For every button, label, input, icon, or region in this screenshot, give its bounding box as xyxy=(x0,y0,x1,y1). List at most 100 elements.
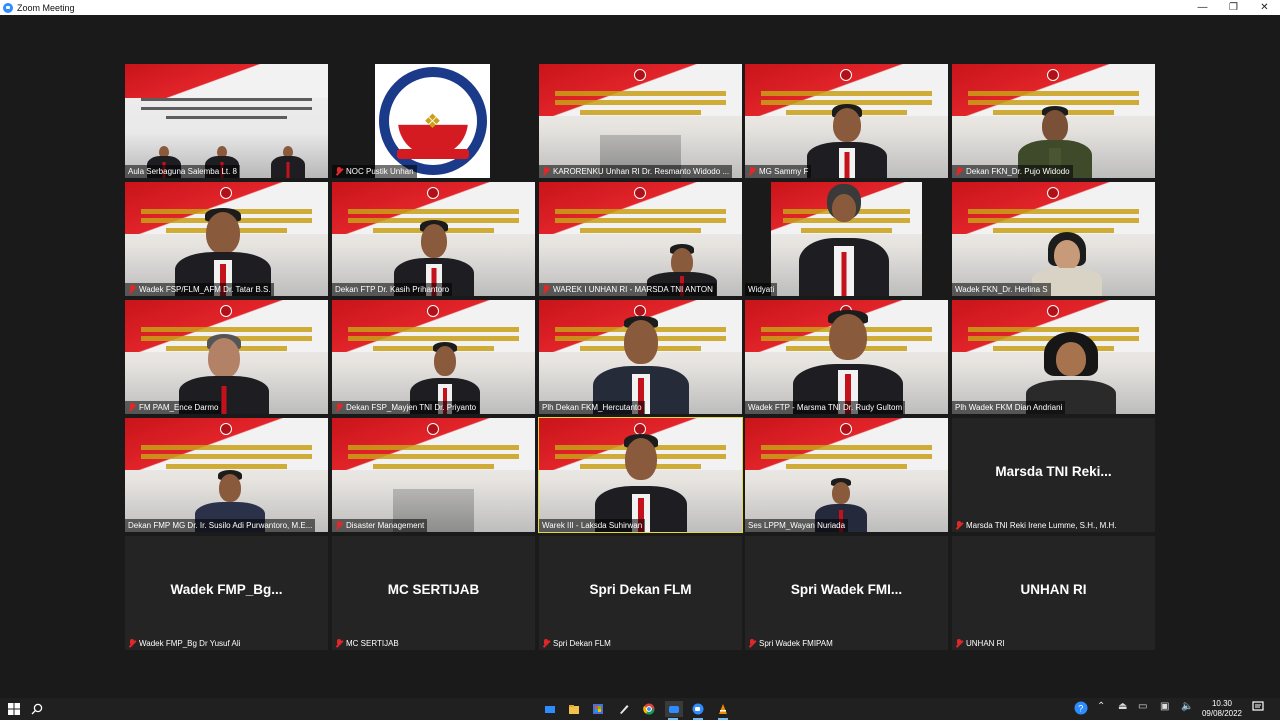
muted-mic-icon xyxy=(128,285,136,294)
participant-tile[interactable]: Dekan FMP MG Dr. Ir. Susilo Adi Purwanto… xyxy=(125,418,328,532)
participant-tile[interactable]: Dekan FTP Dr. Kasih Prihantoro xyxy=(332,182,535,296)
participant-tile[interactable]: Wadek FSP/FLM_AFM Dr. Tatar B.S. xyxy=(125,182,328,296)
network-icon[interactable]: ▭ xyxy=(1138,701,1147,712)
participant-video xyxy=(332,182,535,296)
windows-start-icon[interactable] xyxy=(6,701,22,717)
clock-date: 09/08/2022 xyxy=(1201,709,1242,718)
chrome-icon[interactable] xyxy=(641,701,657,717)
participant-video xyxy=(332,300,535,414)
participant-tile[interactable]: Wadek FMP_Bg... Wadek FMP_Bg Dr Yusuf Al… xyxy=(125,536,328,650)
zoom-taskbar-icon[interactable] xyxy=(665,701,683,720)
participant-tile[interactable]: Dekan FSP_Mayjen TNI Dr. Priyanto xyxy=(332,300,535,414)
participant-tile[interactable]: WAREK I UNHAN RI - MARSDA TNI ANTON xyxy=(539,182,742,296)
participant-video xyxy=(125,418,328,532)
room-video xyxy=(125,64,328,178)
search-icon[interactable] xyxy=(29,701,45,717)
participant-display-name: MC SERTIJAB xyxy=(387,582,480,597)
participant-name: Warek III - Laksda Suhirwan xyxy=(539,519,646,532)
muted-mic-icon xyxy=(955,521,963,530)
muted-mic-icon xyxy=(128,403,136,412)
help-icon[interactable]: ? xyxy=(1074,701,1088,718)
participant-name: Marsda TNI Reki Irene Lumme, S.H., M.H. xyxy=(952,519,1120,532)
restore-button[interactable]: ❐ xyxy=(1218,0,1249,15)
participant-tile[interactable]: Disaster Management xyxy=(332,418,535,532)
participant-name: Widyati xyxy=(745,283,778,296)
active-speaker-tile[interactable]: Warek III - Laksda Suhirwan xyxy=(538,417,743,533)
participant-tile[interactable]: Dekan FKN_Dr. Pujo Widodo xyxy=(952,64,1155,178)
usb-icon[interactable]: ⏏ xyxy=(1118,701,1127,712)
participant-tile[interactable]: MC SERTIJAB MC SERTIJAB xyxy=(332,536,535,650)
participant-tile[interactable]: Spri Dekan FLM Spri Dekan FLM xyxy=(539,536,742,650)
participant-name: UNHAN RI xyxy=(952,637,1008,650)
participant-tile[interactable]: Spri Wadek FMI... Spri Wadek FMIPAM xyxy=(745,536,948,650)
chevron-up-icon[interactable]: ⌃ xyxy=(1097,701,1105,712)
eagle-emblem-icon: ❖ xyxy=(397,86,468,156)
participant-name: Dekan FSP_Mayjen TNI Dr. Priyanto xyxy=(332,401,480,414)
participant-name: Wadek FTP - Marsma TNI Dr. Rudy Gultom xyxy=(745,401,906,414)
participant-name: Dekan FMP MG Dr. Ir. Susilo Adi Purwanto… xyxy=(125,519,316,532)
participant-name: Wadek FMP_Bg Dr Yusuf Ali xyxy=(125,637,243,650)
participant-display-name: Marsda TNI Reki... xyxy=(995,464,1112,479)
participant-tile[interactable]: Widyati xyxy=(745,182,948,296)
minimize-button[interactable]: — xyxy=(1187,0,1218,15)
participant-video xyxy=(952,64,1155,178)
display-icon[interactable]: ▣ xyxy=(1160,701,1169,712)
participant-name: Wadek FKN_Dr. Herlina S xyxy=(952,283,1051,296)
muted-mic-icon xyxy=(955,167,963,176)
participant-tile[interactable]: KARORENKU Unhan RI Dr. Resmanto Widodo .… xyxy=(539,64,742,178)
participant-tile[interactable]: Wadek FKN_Dr. Herlina S xyxy=(952,182,1155,296)
notifications-icon[interactable] xyxy=(1252,701,1264,716)
muted-mic-icon xyxy=(335,167,343,176)
participant-video xyxy=(952,182,1155,296)
university-logo: ❖ xyxy=(375,64,490,178)
task-view-icon[interactable] xyxy=(542,701,558,717)
participant-name: Dekan FKN_Dr. Pujo Widodo xyxy=(952,165,1073,178)
participant-tile[interactable]: FM PAM_Ence Darmo xyxy=(125,300,328,414)
participant-tile[interactable]: Aula Serbaguna Salemba Lt. 8 xyxy=(125,64,328,178)
participant-display-name: Spri Dekan FLM xyxy=(589,582,692,597)
zoom-meetings-icon[interactable] xyxy=(690,701,706,720)
participant-video xyxy=(771,182,922,296)
participant-name: Ses LPPM_Wayan Nuriada xyxy=(745,519,849,532)
participant-name: MC SERTIJAB xyxy=(332,637,402,650)
muted-mic-icon xyxy=(542,639,550,648)
volume-icon[interactable]: 🔈 xyxy=(1181,701,1193,712)
store-icon[interactable] xyxy=(590,701,606,717)
participant-video xyxy=(539,418,742,532)
taskbar-clock[interactable]: 10.30 09/08/2022 xyxy=(1202,699,1242,719)
participant-video xyxy=(539,64,742,178)
gallery-view: Aula Serbaguna Salemba Lt. 8 ❖ NOC Pusti… xyxy=(0,15,1280,698)
participant-name: Dekan FTP Dr. Kasih Prihantoro xyxy=(332,283,453,296)
paint-app-icon[interactable] xyxy=(616,701,632,717)
muted-mic-icon xyxy=(335,639,343,648)
participant-video xyxy=(125,182,328,296)
participant-tile[interactable]: UNHAN RI UNHAN RI xyxy=(952,536,1155,650)
vlc-icon[interactable] xyxy=(715,701,731,720)
participant-video xyxy=(125,300,328,414)
file-explorer-icon[interactable] xyxy=(566,701,582,717)
windows-taskbar: ? ⌃ ⏏ ▭ ▣ 🔈 10.30 09/08/2022 xyxy=(0,698,1280,720)
muted-mic-icon xyxy=(955,639,963,648)
participant-display-name: Wadek FMP_Bg... xyxy=(170,582,283,597)
participant-tile[interactable]: MG Sammy F xyxy=(745,64,948,178)
participant-tile[interactable]: Plh Wadek FKM Dian Andriani xyxy=(952,300,1155,414)
muted-mic-icon xyxy=(335,403,343,412)
muted-mic-icon xyxy=(748,167,756,176)
participant-tile[interactable]: Plh Dekan FKM_Hercutanto xyxy=(539,300,742,414)
participant-tile[interactable]: ❖ NOC Pustik Unhan xyxy=(332,64,535,178)
participant-name: Plh Dekan FKM_Hercutanto xyxy=(539,401,645,414)
participant-name: WAREK I UNHAN RI - MARSDA TNI ANTON xyxy=(539,283,716,296)
window-controls: — ❐ ✕ xyxy=(1187,0,1280,15)
participant-name: Plh Wadek FKM Dian Andriani xyxy=(952,401,1066,414)
participant-tile[interactable]: Wadek FTP - Marsma TNI Dr. Rudy Gultom xyxy=(745,300,948,414)
participant-name: Aula Serbaguna Salemba Lt. 8 xyxy=(125,165,240,178)
participant-tile[interactable]: Marsda TNI Reki... Marsda TNI Reki Irene… xyxy=(952,418,1155,532)
participant-tile[interactable]: Ses LPPM_Wayan Nuriada xyxy=(745,418,948,532)
window-titlebar: Zoom Meeting — ❐ ✕ xyxy=(0,0,1280,15)
participant-name: Spri Dekan FLM xyxy=(539,637,614,650)
participant-name: MG Sammy F xyxy=(745,165,812,178)
close-button[interactable]: ✕ xyxy=(1249,0,1280,15)
clock-time: 10.30 xyxy=(1211,699,1232,708)
participant-name: Wadek FSP/FLM_AFM Dr. Tatar B.S. xyxy=(125,283,274,296)
participant-display-name: UNHAN RI xyxy=(1020,582,1087,597)
